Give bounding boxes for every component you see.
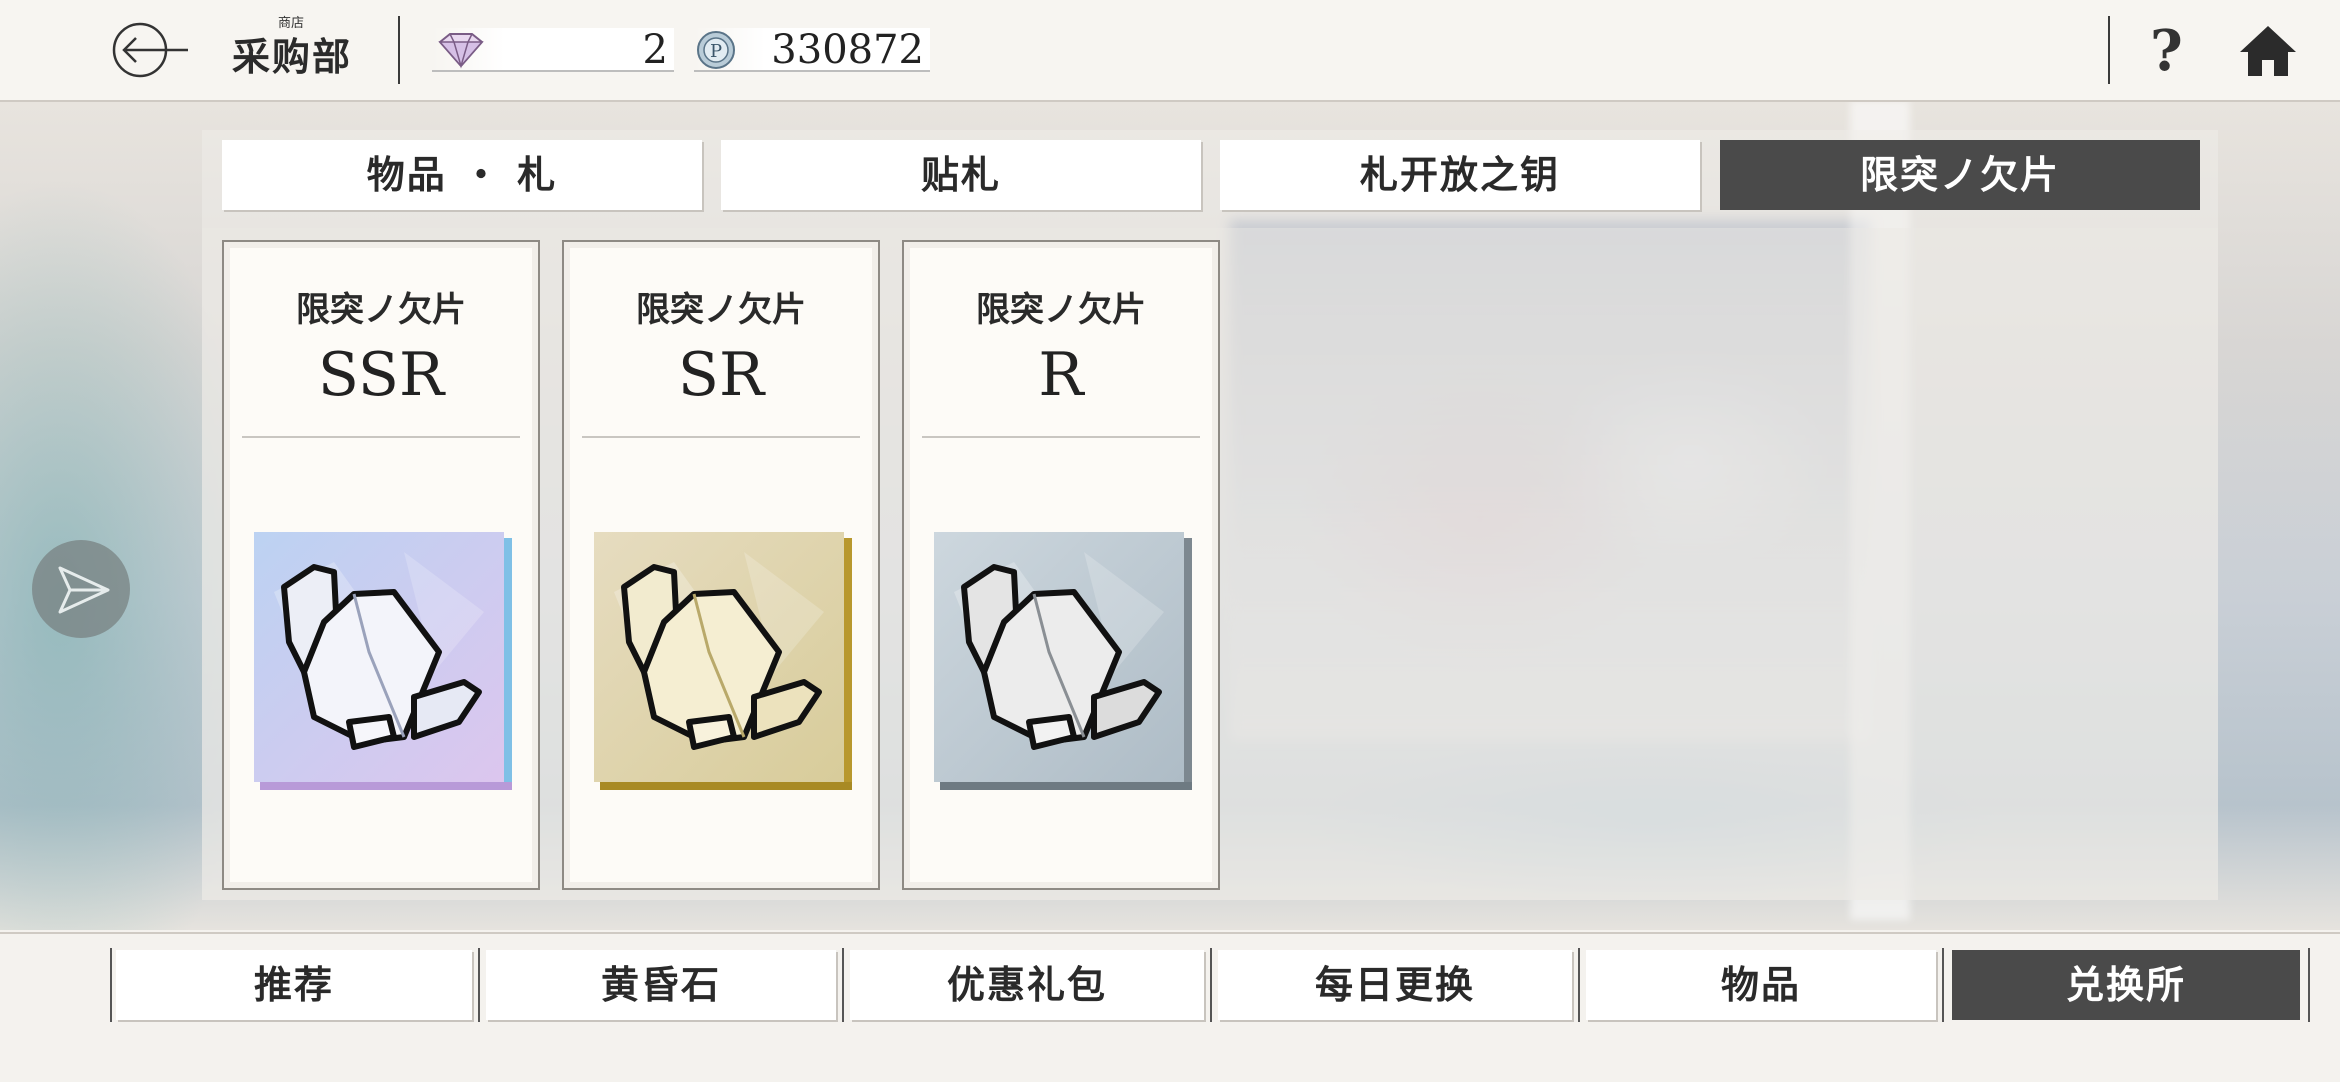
back-arrow-icon: [112, 22, 188, 78]
bottom-divider: [1942, 948, 1944, 1022]
bottom-divider: [1578, 948, 1580, 1022]
tab-value-packs[interactable]: 优惠礼包: [850, 950, 1204, 1020]
p-coin-icon: P: [697, 31, 735, 69]
diamond-count: 2: [642, 27, 668, 73]
help-button[interactable]: ?: [2150, 18, 2183, 84]
bottom-divider: [842, 948, 844, 1022]
tab-limit-break-shards[interactable]: 限突ノ欠片: [1720, 140, 2200, 210]
tab-daily-rotation[interactable]: 每日更换: [1218, 950, 1572, 1020]
shop-item-card[interactable]: 限突ノ欠片 SSR: [222, 240, 540, 890]
page-title: 采购部: [232, 35, 353, 79]
tab-exchange[interactable]: 兑换所: [1952, 950, 2300, 1020]
card-divider: [582, 436, 860, 438]
home-button[interactable]: [2238, 22, 2298, 78]
diamond-icon: [438, 33, 484, 69]
home-icon: [2240, 26, 2296, 76]
svg-text:P: P: [710, 41, 722, 62]
item-rarity: SR: [677, 340, 765, 410]
item-rarity: SSR: [317, 340, 445, 410]
shop-item-card[interactable]: 限突ノ欠片 SR: [562, 240, 880, 890]
item-rarity: R: [1038, 340, 1084, 410]
header-divider: [398, 16, 400, 84]
card-divider: [242, 436, 520, 438]
item-name: 限突ノ欠片: [296, 290, 466, 330]
diamond-currency: 2: [432, 28, 674, 72]
crystal-ssr-icon: [254, 532, 512, 790]
tab-items[interactable]: 物品: [1586, 950, 1936, 1020]
bottom-divider: [110, 948, 112, 1022]
back-button[interactable]: [110, 20, 190, 80]
crystal-sr-icon: [594, 532, 852, 790]
card-divider: [922, 436, 1200, 438]
top-bar: 商店 采购部 2 P 330872 ?: [0, 0, 2340, 102]
tab-recommended[interactable]: 推荐: [116, 950, 472, 1020]
bottom-divider: [2308, 948, 2310, 1022]
paper-plane-icon: [58, 566, 110, 614]
tab-items-cards[interactable]: 物品 ・ 札: [222, 140, 702, 210]
item-name: 限突ノ欠片: [636, 290, 806, 330]
bottom-divider: [1210, 948, 1212, 1022]
tab-card-keys[interactable]: 札开放之钥: [1220, 140, 1700, 210]
coin-count: 330872: [771, 27, 924, 73]
crystal-r-icon: [934, 532, 1192, 790]
coin-currency: P 330872: [694, 28, 930, 72]
item-name: 限突ノ欠片: [976, 290, 1146, 330]
bottom-divider: [478, 948, 480, 1022]
header-divider-right: [2108, 16, 2110, 84]
tab-twilight-stone[interactable]: 黄昏石: [486, 950, 836, 1020]
tab-stickers[interactable]: 贴札: [721, 140, 1201, 210]
shop-item-card[interactable]: 限突ノ欠片 R: [902, 240, 1220, 890]
side-nav-button[interactable]: [32, 540, 130, 638]
